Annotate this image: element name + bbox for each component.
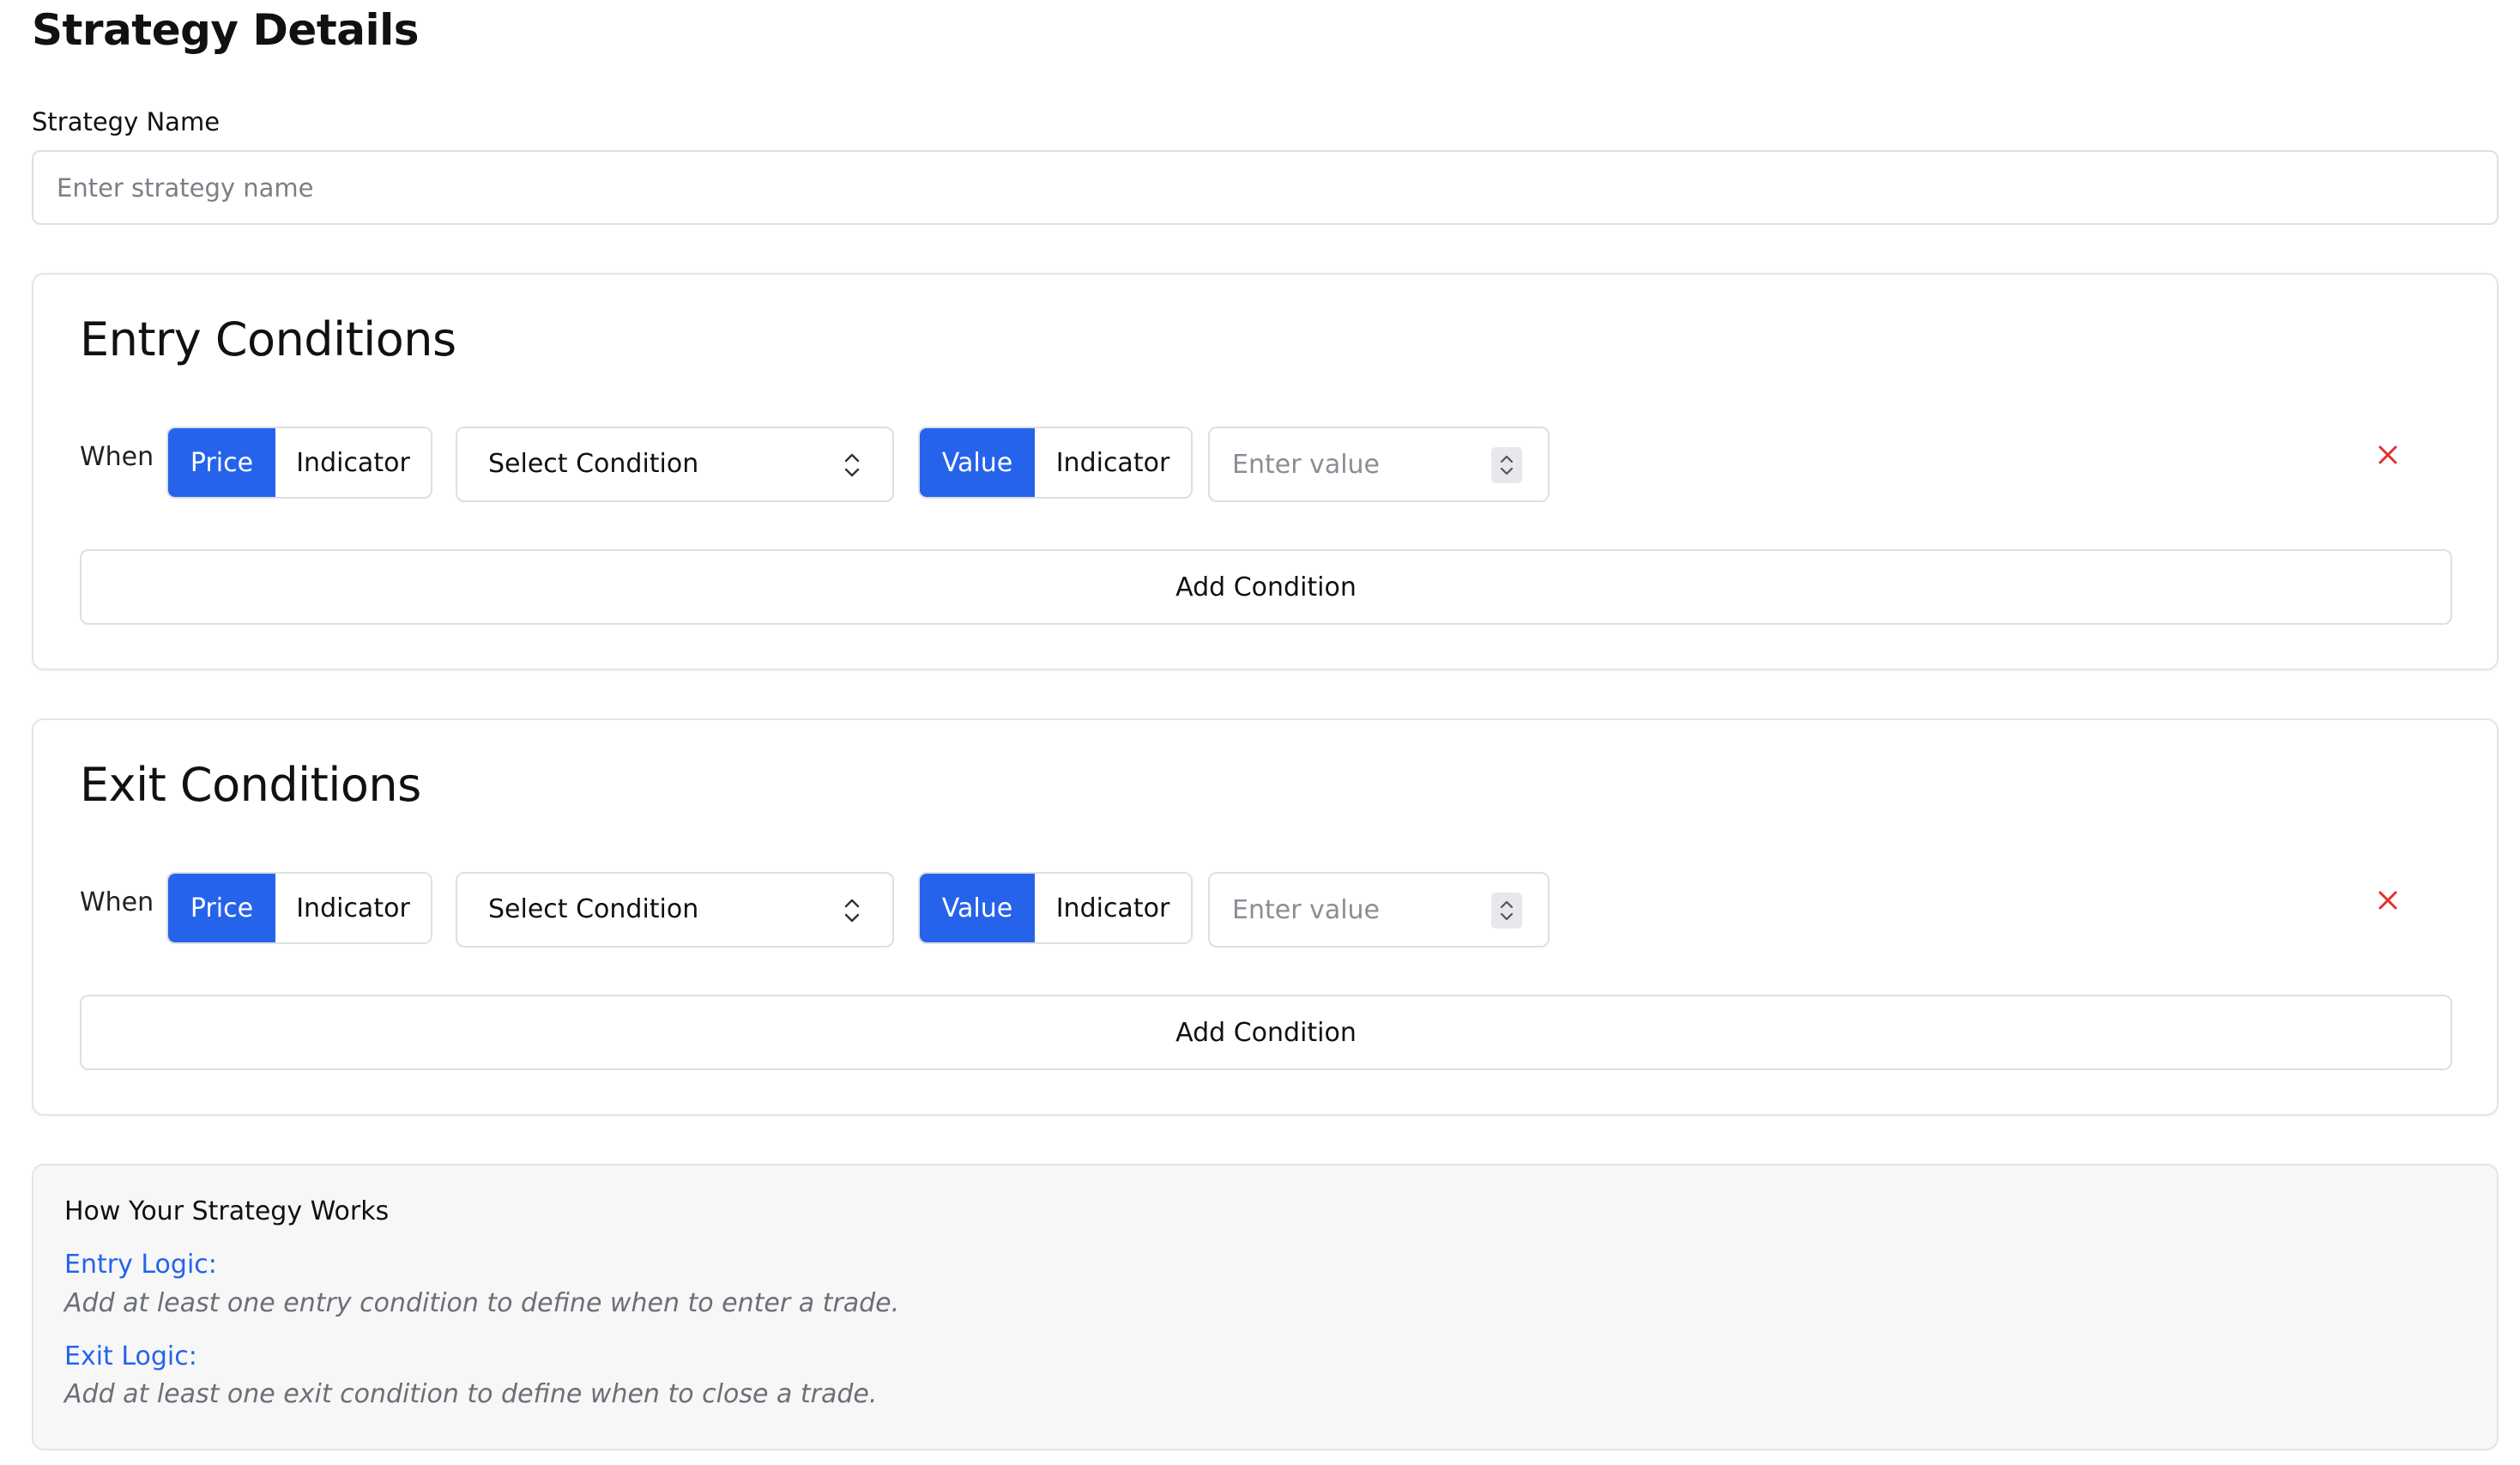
exit-logic-heading: Exit Logic: <box>64 1341 197 1371</box>
target-type-toggle: Value Indicator <box>918 427 1193 499</box>
close-x-icon[interactable] <box>2373 440 2402 469</box>
entry-logic-text: Add at least one entry condition to defi… <box>64 1288 900 1318</box>
value-input[interactable] <box>1210 428 1490 500</box>
condition-select-value: Select Condition <box>488 449 699 479</box>
subject-indicator-option[interactable]: Indicator <box>275 874 431 942</box>
number-spinner-icon[interactable] <box>1491 447 1522 483</box>
add-exit-condition-button[interactable]: Add Condition <box>80 995 2452 1070</box>
subject-indicator-option[interactable]: Indicator <box>275 428 431 497</box>
page-title: Strategy Details <box>32 5 420 55</box>
strategy-name-label: Strategy Name <box>32 107 221 136</box>
subject-type-toggle: Price Indicator <box>166 872 432 944</box>
target-value-option[interactable]: Value <box>920 874 1035 942</box>
close-x-icon[interactable] <box>2373 886 2402 915</box>
help-title: How Your Strategy Works <box>64 1196 390 1226</box>
target-value-option[interactable]: Value <box>920 428 1035 497</box>
target-indicator-option[interactable]: Indicator <box>1035 428 1191 497</box>
chevron-up-down-icon <box>844 899 860 923</box>
when-label: When <box>80 887 154 917</box>
condition-select-value: Select Condition <box>488 894 699 924</box>
number-spinner-icon[interactable] <box>1491 893 1522 929</box>
value-field <box>1208 427 1550 502</box>
exit-condition-row: When Price Indicator Select Condition Va… <box>33 720 2497 1114</box>
entry-condition-row: When Price Indicator Select Condition Va… <box>33 275 2497 669</box>
entry-conditions-card: Entry Conditions When Price Indicator Se… <box>32 273 2499 670</box>
strategy-help-panel: How Your Strategy Works Entry Logic: Add… <box>32 1164 2499 1450</box>
target-type-toggle: Value Indicator <box>918 872 1193 944</box>
exit-conditions-card: Exit Conditions When Price Indicator Sel… <box>32 718 2499 1116</box>
add-entry-condition-button[interactable]: Add Condition <box>80 549 2452 625</box>
chevron-up-down-icon <box>844 453 860 477</box>
value-field <box>1208 872 1550 947</box>
exit-logic-text: Add at least one exit condition to defin… <box>64 1379 878 1409</box>
condition-select[interactable]: Select Condition <box>456 872 894 947</box>
subject-type-toggle: Price Indicator <box>166 427 432 499</box>
condition-select[interactable]: Select Condition <box>456 427 894 502</box>
subject-price-option[interactable]: Price <box>168 874 275 942</box>
strategy-name-input[interactable] <box>32 150 2499 225</box>
entry-logic-heading: Entry Logic: <box>64 1250 217 1280</box>
subject-price-option[interactable]: Price <box>168 428 275 497</box>
strategy-details-page: Strategy Details Strategy Name Entry Con… <box>0 0 2520 1465</box>
when-label: When <box>80 442 154 472</box>
value-input[interactable] <box>1210 874 1490 946</box>
target-indicator-option[interactable]: Indicator <box>1035 874 1191 942</box>
